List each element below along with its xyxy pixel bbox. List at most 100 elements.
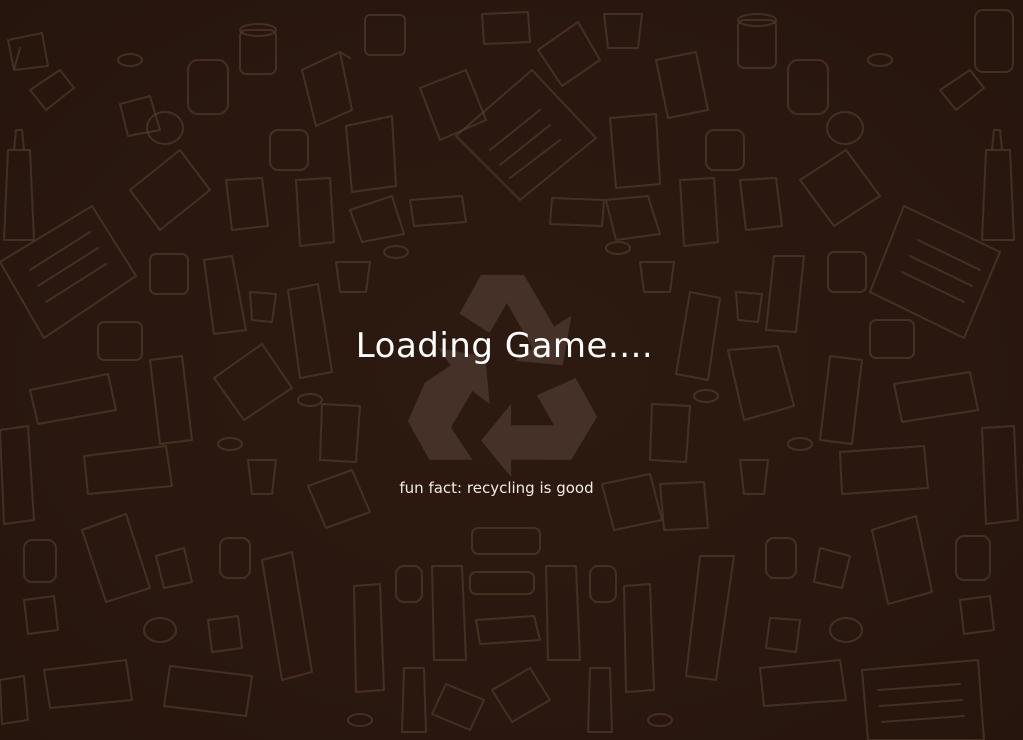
bottle-doodle <box>203 255 247 335</box>
bottle-doodle <box>0 425 35 525</box>
can-doodle <box>974 9 1014 73</box>
jar-doodle <box>765 537 797 579</box>
box-doodle <box>491 667 551 723</box>
box-doodle <box>129 149 211 231</box>
cup-doodle <box>603 13 643 49</box>
jar-doodle <box>23 539 57 583</box>
jar-doodle <box>395 565 423 603</box>
bottle-doodle <box>29 69 75 111</box>
cup-doodle <box>813 547 851 589</box>
candy-doodle <box>647 713 673 727</box>
can-doodle <box>143 617 177 643</box>
bottle-doodle <box>587 667 613 733</box>
box-doodle <box>481 11 531 45</box>
loading-title: Loading Game.... <box>355 326 654 366</box>
bottle-doodle <box>685 555 735 681</box>
cup-doodle <box>335 261 371 293</box>
box-doodle <box>431 683 485 731</box>
candy-doodle <box>297 393 323 407</box>
bottle-doodle <box>431 565 467 661</box>
bag-doodle <box>295 177 335 247</box>
box-doodle <box>655 51 709 119</box>
cup-doodle <box>155 547 193 589</box>
bottle-doodle <box>353 583 385 693</box>
can-doodle <box>705 129 745 171</box>
newspaper-doodle <box>861 659 985 740</box>
bottle-doodle <box>163 665 253 717</box>
cup-doodle <box>765 617 801 653</box>
can-doodle <box>269 129 309 171</box>
box-doodle <box>409 195 467 227</box>
bottle-doodle <box>759 659 847 707</box>
box-doodle <box>649 403 691 463</box>
can-doodle <box>826 111 864 145</box>
can-doodle <box>364 14 406 56</box>
newspaper-doodle <box>0 205 137 339</box>
box-doodle <box>537 21 601 87</box>
cup-doodle <box>735 291 763 323</box>
candy-doodle <box>605 241 631 255</box>
box-doodle <box>739 177 783 231</box>
bottle-doodle <box>29 373 117 425</box>
bottle-doodle <box>981 129 1015 241</box>
bag-doodle <box>81 513 151 603</box>
bag-doodle <box>345 115 397 193</box>
box-doodle <box>319 403 361 463</box>
candy-doodle <box>693 389 719 403</box>
bottle-doodle <box>3 129 35 241</box>
box-doodle <box>605 195 661 241</box>
fun-fact-text: fun fact: recycling is good <box>399 479 594 497</box>
candy-doodle <box>867 53 893 67</box>
cup-doodle <box>207 615 243 653</box>
loading-screen: Loading Game.... fun fact: recycling is … <box>0 0 1023 740</box>
box-doodle <box>0 675 29 725</box>
bottle-doodle <box>43 659 133 709</box>
candy-doodle <box>217 437 243 451</box>
bag-doodle <box>475 615 541 645</box>
bottle-doodle <box>149 355 193 445</box>
candy-doodle <box>787 437 813 451</box>
cup-doodle <box>639 261 675 293</box>
candy-doodle <box>383 245 409 259</box>
can-doodle <box>146 111 184 145</box>
jar-doodle <box>955 535 991 581</box>
cup-doodle <box>149 253 189 295</box>
box-doodle <box>799 149 881 227</box>
can-doodle <box>471 527 541 555</box>
bag-doodle <box>609 113 661 189</box>
bottle-doodle <box>401 667 427 733</box>
cup-doodle <box>249 291 277 323</box>
box-doodle <box>301 51 353 127</box>
cup-doodle <box>23 595 59 635</box>
box-doodle <box>225 177 269 231</box>
bottle-doodle <box>893 371 979 423</box>
jar-doodle <box>787 59 829 115</box>
box-doodle <box>549 197 605 227</box>
can-doodle <box>737 13 777 69</box>
can-doodle <box>239 23 277 75</box>
bottle-doodle <box>939 69 985 111</box>
jar-doodle <box>219 537 251 579</box>
recycle-icon <box>407 274 598 477</box>
newspaper-doodle <box>455 69 597 201</box>
box-doodle <box>419 69 487 141</box>
newspaper-doodle <box>869 205 1001 339</box>
bottle-doodle <box>981 425 1019 525</box>
bag-doodle <box>7 32 49 71</box>
box-doodle <box>349 195 405 243</box>
cup-doodle <box>827 251 867 293</box>
jar-doodle <box>589 565 617 603</box>
candy-doodle <box>117 53 143 67</box>
bottle-doodle <box>819 355 863 445</box>
bottle-doodle <box>623 583 655 693</box>
can-doodle <box>829 617 863 643</box>
cup-doodle <box>959 595 995 635</box>
jar-doodle <box>187 59 229 115</box>
bag-doodle <box>679 177 719 247</box>
bottle-doodle <box>261 551 313 681</box>
bottle-doodle <box>765 255 805 333</box>
bottle-doodle <box>545 565 581 661</box>
candy-doodle <box>347 713 373 727</box>
bag-doodle <box>871 515 933 605</box>
can-doodle <box>469 571 535 595</box>
